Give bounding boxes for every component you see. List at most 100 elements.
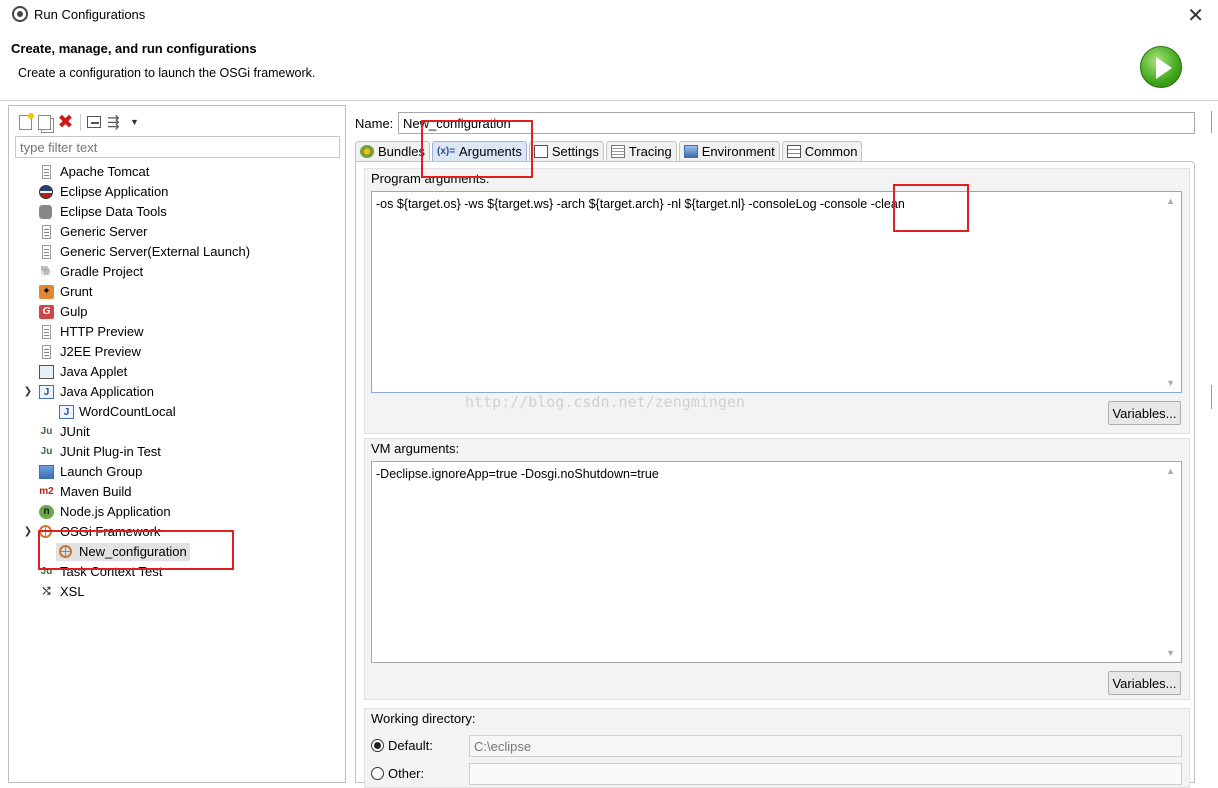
tab-arguments[interactable]: (x)= Arguments — [431, 141, 527, 161]
chevron-down-icon[interactable]: ▼ — [130, 114, 147, 131]
header-separator — [0, 100, 1218, 101]
tree-item-grunt[interactable]: ✦ Grunt — [9, 282, 345, 302]
delete-configuration-icon[interactable]: ✖ — [57, 113, 74, 132]
tree-item-gradle-project[interactable]: 🐘 Gradle Project — [9, 262, 345, 282]
other-directory-label: Other: — [388, 766, 425, 781]
server-icon — [42, 245, 51, 259]
tree-item-wordcountlocal[interactable]: J WordCountLocal — [9, 402, 345, 422]
working-directory-group: Working directory: Default: C:\eclipse O… — [364, 708, 1190, 788]
tree-item-junit-plugin-test[interactable]: Ju JUnit Plug-in Test — [9, 442, 345, 462]
chevron-down-icon[interactable]: ❯ — [22, 522, 34, 542]
xsl-icon: ⤭ — [42, 586, 51, 597]
tab-environment[interactable]: Environment — [678, 141, 780, 161]
vm-arguments-input[interactable]: -Declipse.ignoreApp=true -Dosgi.noShutdo… — [371, 461, 1182, 663]
tree-item-java-application[interactable]: ❯ J Java Application — [9, 382, 345, 402]
filter-icon[interactable]: ⇶ — [107, 114, 124, 131]
name-label: Name: — [355, 116, 394, 131]
tree-item-label: OSGi Framework — [60, 524, 161, 539]
tree-item-eclipse-data-tools[interactable]: Eclipse Data Tools — [9, 202, 345, 222]
tree-item-label: Eclipse Application — [60, 184, 169, 199]
tree-item-launch-group[interactable]: Launch Group — [9, 462, 345, 482]
tree-item-j2ee-preview[interactable]: J2EE Preview — [9, 342, 345, 362]
close-icon[interactable]: ✕ — [1187, 3, 1204, 28]
arguments-icon: (x)= — [436, 146, 456, 157]
other-directory-radio[interactable] — [371, 767, 384, 780]
configurations-toolbar: ✖ ⇶ ▼ — [17, 111, 147, 133]
tree-item-java-applet[interactable]: Java Applet — [9, 362, 345, 382]
header-title: Create, manage, and run configurations — [11, 41, 257, 56]
app-icon — [12, 6, 28, 22]
watermark: http://blog.csdn.net/zengmingen — [465, 393, 745, 411]
arguments-tab-body: Program arguments: -os ${target.os} -ws … — [355, 161, 1195, 788]
tree-item-eclipse-application[interactable]: Eclipse Application — [9, 182, 345, 202]
tree-item-label: Launch Group — [60, 464, 143, 479]
tree-item-label: Java Application — [60, 384, 154, 399]
tree-item-junit[interactable]: Ju JUnit — [9, 422, 345, 442]
program-arguments-input[interactable]: -os ${target.os} -ws ${target.ws} -arch … — [371, 191, 1182, 393]
name-input[interactable] — [398, 112, 1195, 134]
server-icon — [42, 325, 51, 339]
tree-item-osgi-framework[interactable]: ❯ OSGi Framework — [9, 522, 345, 542]
tracing-icon — [610, 145, 625, 158]
configurations-pane: ✖ ⇶ ▼ Apache Tomcat Eclipse Application … — [8, 105, 346, 783]
other-directory-field[interactable] — [469, 763, 1182, 785]
tree-item-label: Apache Tomcat — [60, 164, 150, 179]
vm-arguments-text: -Declipse.ignoreApp=true -Dosgi.noShutdo… — [376, 467, 659, 481]
tab-label: Settings — [551, 144, 599, 159]
tree-item-maven-build[interactable]: m2 Maven Build — [9, 482, 345, 502]
collapse-all-icon[interactable] — [87, 116, 101, 128]
tree-item-label: J2EE Preview — [60, 344, 141, 359]
program-variables-button[interactable]: Variables... — [1108, 401, 1181, 425]
working-directory-label: Working directory: — [371, 711, 476, 726]
junit-icon: Ju — [40, 446, 53, 457]
tree-item-label: Grunt — [60, 284, 93, 299]
tree-item-label: Gulp — [60, 304, 88, 319]
default-directory-radio[interactable] — [371, 739, 384, 752]
edge-mark — [1211, 385, 1212, 409]
tree-item-generic-server-external[interactable]: Generic Server(External Launch) — [9, 242, 345, 262]
tree-item-label: Generic Server(External Launch) — [60, 244, 251, 259]
common-icon — [786, 145, 801, 158]
scroll-down-icon[interactable]: ▼ — [1166, 378, 1175, 388]
edge-mark — [1211, 111, 1212, 133]
tree-item-label: Node.js Application — [60, 504, 171, 519]
scroll-up-icon[interactable]: ▲ — [1166, 466, 1175, 476]
tab-label: Common — [804, 144, 858, 159]
tree-item-generic-server[interactable]: Generic Server — [9, 222, 345, 242]
tab-common[interactable]: Common — [781, 141, 863, 161]
junit-icon: Ju — [40, 566, 53, 577]
java-application-icon: J — [39, 385, 54, 399]
tree-item-label: Task Context Test — [60, 564, 163, 579]
server-icon — [42, 225, 51, 239]
tree-item-apache-tomcat[interactable]: Apache Tomcat — [9, 162, 345, 182]
tree-item-label: Java Applet — [60, 364, 128, 379]
tree-item-label: Gradle Project — [60, 264, 144, 279]
duplicate-configuration-icon[interactable] — [38, 114, 51, 130]
tab-settings[interactable]: Settings — [528, 141, 604, 161]
vm-variables-button[interactable]: Variables... — [1108, 671, 1181, 695]
tab-label: Arguments — [458, 144, 522, 159]
tree-item-gulp[interactable]: G Gulp — [9, 302, 345, 322]
tree-item-nodejs-application[interactable]: n Node.js Application — [9, 502, 345, 522]
tab-bundles[interactable]: Bundles — [355, 141, 430, 161]
java-application-icon: J — [59, 405, 74, 419]
tree-item-label: Generic Server — [60, 224, 148, 239]
scroll-down-icon[interactable]: ▼ — [1166, 648, 1175, 658]
default-directory-field: C:\eclipse — [469, 735, 1182, 757]
bundles-icon — [360, 145, 374, 158]
junit-icon: Ju — [40, 426, 53, 437]
grunt-icon: ✦ — [39, 285, 54, 299]
scroll-up-icon[interactable]: ▲ — [1166, 196, 1175, 206]
tree-item-task-context-test[interactable]: Ju Task Context Test — [9, 562, 345, 582]
tree-item-xsl[interactable]: ⤭ XSL — [9, 582, 345, 602]
environment-icon — [683, 145, 698, 158]
launch-group-icon — [39, 465, 54, 479]
tab-label: Bundles — [378, 144, 425, 159]
chevron-down-icon[interactable]: ❯ — [22, 382, 34, 402]
maven-icon: m2 — [39, 486, 54, 497]
tree-item-http-preview[interactable]: HTTP Preview — [9, 322, 345, 342]
filter-input[interactable] — [15, 136, 340, 158]
tree-item-new-configuration[interactable]: New_configuration — [9, 542, 345, 562]
new-configuration-icon[interactable] — [19, 112, 34, 130]
tab-tracing[interactable]: Tracing — [605, 141, 677, 161]
